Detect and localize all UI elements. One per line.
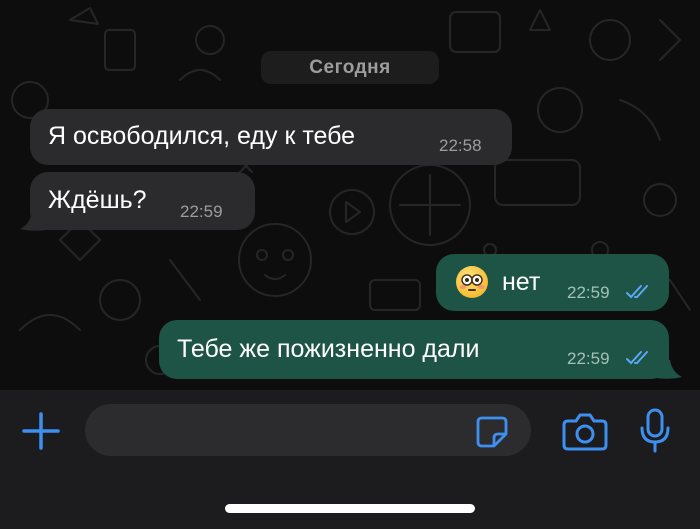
message-bubble-outgoing[interactable]: Тебе же пожизненно дали 22:59 [159,320,669,379]
sticker-icon[interactable] [474,414,510,450]
message-time: 22:59 [180,202,223,221]
plus-icon[interactable] [20,410,62,452]
message-text: Я освободился, еду к тебе [48,122,356,150]
microphone-icon[interactable] [638,408,672,454]
read-receipt-icon [626,285,648,299]
message-composer [0,390,700,529]
message-text: Ждёшь? [48,186,147,214]
home-indicator[interactable] [225,504,475,513]
bubble-tail [20,212,46,231]
message-text: Тебе же пожизненно дали [177,335,480,363]
chat-area: Сегодня Я освободился, еду к тебе 22:58 … [0,0,700,390]
read-receipt-icon [626,351,648,365]
message-time: 22:58 [439,136,482,155]
date-separator: Сегодня [261,51,439,84]
message-bubble-incoming[interactable]: Ждёшь? 22:59 [30,172,255,230]
message-time: 22:59 [567,349,610,368]
message-text: нет [502,268,541,296]
bubble-tail [656,360,682,379]
flushed-face-emoji [456,266,488,298]
message-bubble-incoming[interactable]: Я освободился, еду к тебе 22:58 [30,109,512,165]
camera-icon[interactable] [562,411,608,451]
message-time: 22:59 [567,283,610,302]
message-input[interactable] [85,404,531,456]
message-bubble-outgoing[interactable]: нет 22:59 [436,254,669,311]
